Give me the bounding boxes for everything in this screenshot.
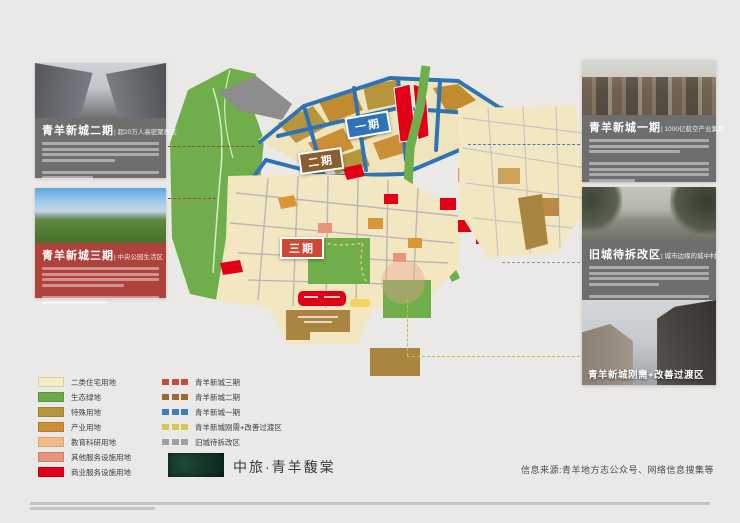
poster-canvas: 一期 二期 三期 青羊新城二期 | 超20万人高密聚居区 青羊新城三期: [0, 0, 740, 523]
legend-swatch: [38, 452, 64, 462]
source-note: 信息来源:青羊地方志公众号、网络信息搜集等: [521, 463, 714, 476]
legend-label: 青羊新城三期: [195, 377, 240, 388]
phase2-subtitle: | 超20万人高密聚居区: [114, 126, 177, 136]
leader-transition-h: [407, 356, 580, 357]
brand-logo-text: 中旅·青羊馥棠: [233, 457, 336, 477]
landuse-map: [158, 48, 588, 383]
disclaimer-text-line: [30, 502, 710, 505]
legend-label: 教育科研用地: [71, 437, 116, 448]
legend-label: 生态绿地: [71, 392, 101, 403]
legend-swatch: [38, 467, 64, 477]
legend-dash-swatch: [162, 439, 188, 445]
legend-label: 特殊用地: [71, 407, 101, 418]
oldtown-description: [589, 266, 709, 303]
legend-label: 青羊新城一期: [195, 407, 240, 418]
phase3-description: [42, 267, 159, 304]
legend-label: 旧城待拆改区: [195, 437, 240, 448]
legend-swatch: [38, 377, 64, 387]
card-transition: 青羊新城刚需+改善过渡区: [582, 300, 716, 385]
oldtown-photo: [582, 187, 716, 242]
legend-dash-swatch: [162, 424, 188, 430]
transition-photo: 青羊新城刚需+改善过渡区: [582, 300, 716, 385]
card-oldtown: 旧城待拆改区 | 城市边缘的城中村: [582, 187, 716, 302]
phase3-title: 青羊新城三期: [42, 247, 114, 263]
legend-swatch: [38, 437, 64, 447]
card-phase1: 青羊新城一期 | 1000亿航空产业集群: [582, 60, 716, 182]
legend-label: 其他服务设施用地: [71, 452, 131, 463]
leader-phase3: [168, 198, 216, 199]
phase1-photo: [582, 60, 716, 115]
oldtown-subtitle: | 城市边缘的城中村: [661, 250, 717, 260]
phase3-subtitle: | 中央公园生活区: [114, 251, 163, 261]
leader-oldtown: [502, 262, 580, 263]
leader-phase1: [468, 144, 580, 145]
phase1-title: 青羊新城一期: [589, 119, 661, 135]
map-badge-phase3: 三期: [280, 237, 324, 259]
legend-dash-swatch: [162, 379, 188, 385]
phase2-description: [42, 142, 159, 179]
legend-label: 青羊新城刚需+改善过渡区: [195, 422, 282, 433]
phase2-photo: [35, 63, 166, 118]
leader-phase2: [168, 146, 254, 147]
legend-swatch: [38, 392, 64, 402]
legend-swatch: [38, 422, 64, 432]
card-phase2: 青羊新城二期 | 超20万人高密聚居区: [35, 63, 166, 178]
oldtown-title: 旧城待拆改区: [589, 246, 661, 262]
legend-label: 商业服务设施用地: [71, 467, 131, 478]
legend-swatch: [38, 407, 64, 417]
legend-label: 二类住宅用地: [71, 377, 116, 388]
leader-transition-v: [407, 300, 408, 356]
disclaimer-text-line: [30, 507, 155, 510]
phase3-photo: [35, 188, 166, 243]
legend-dash-swatch: [162, 409, 188, 415]
legend-label: 产业用地: [71, 422, 101, 433]
brand-logo-image: [168, 453, 224, 477]
phase1-description: [589, 139, 709, 182]
card-phase3: 青羊新城三期 | 中央公园生活区: [35, 188, 166, 298]
legend-dash-swatch: [162, 394, 188, 400]
transition-title: 青羊新城刚需+改善过渡区: [582, 367, 716, 381]
phase2-title: 青羊新城二期: [42, 122, 114, 138]
legend-label: 青羊新城二期: [195, 392, 240, 403]
phase1-subtitle: | 1000亿航空产业集群: [661, 123, 724, 133]
